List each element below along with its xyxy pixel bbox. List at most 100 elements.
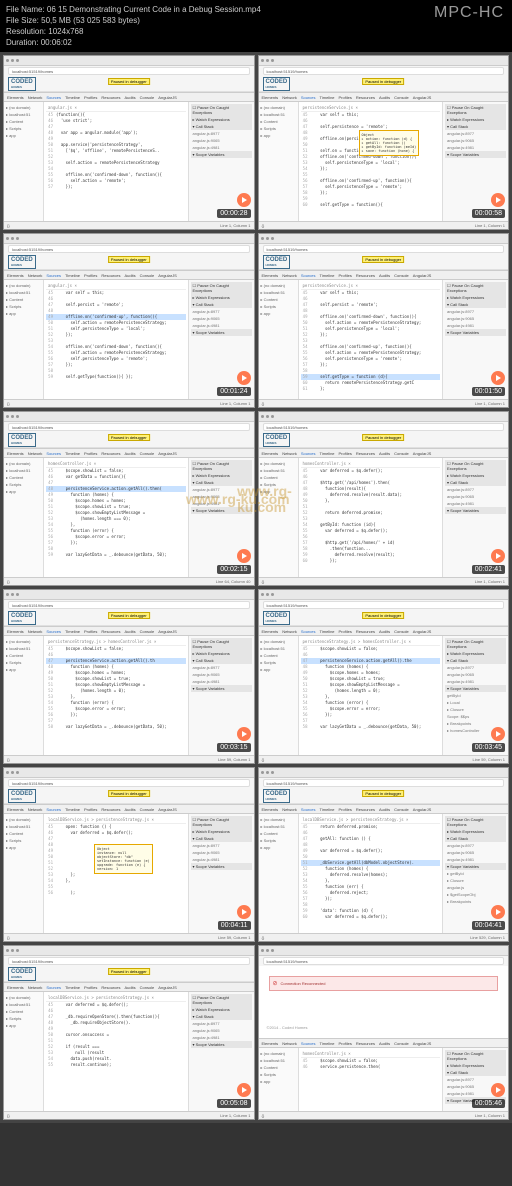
window-control-icon[interactable] xyxy=(11,593,14,596)
callstack-item[interactable]: angular.js:4981 xyxy=(445,856,506,863)
scope-section[interactable]: ▾ Scope Variables xyxy=(191,863,252,870)
window-control-icon[interactable] xyxy=(11,949,14,952)
tab-console[interactable]: Console xyxy=(394,451,409,456)
sidebar-item[interactable]: ▸ Scripts xyxy=(6,303,41,310)
tab-sources[interactable]: Sources xyxy=(46,807,61,812)
sidebar-item[interactable]: ▸ app xyxy=(6,310,41,317)
callstack-item[interactable]: angular.js:8977 xyxy=(445,664,506,671)
tab-resources[interactable]: Resources xyxy=(356,807,375,812)
scope-section[interactable]: ▾ Scope Variables xyxy=(191,329,252,336)
tab-network[interactable]: Network xyxy=(282,273,297,278)
sidebar-item[interactable]: ▸ app xyxy=(261,488,296,495)
tab-angularjs[interactable]: AngularJS xyxy=(158,629,176,634)
code-editor[interactable]: localDBService.js > persistenceStrategy.… xyxy=(299,814,443,933)
tab-timeline[interactable]: Timeline xyxy=(320,807,335,812)
tab-profiles[interactable]: Profiles xyxy=(84,451,97,456)
sidebar-item[interactable]: ▸ Scripts xyxy=(261,125,296,132)
tab-elements[interactable]: Elements xyxy=(7,985,24,990)
tab-resources[interactable]: Resources xyxy=(356,629,375,634)
file-tab[interactable]: persistenceService.js × xyxy=(301,282,441,290)
sidebar-item[interactable]: ▸ Scripts xyxy=(261,659,296,666)
window-control-icon[interactable] xyxy=(261,593,264,596)
tab-sources[interactable]: Sources xyxy=(301,807,316,812)
code-editor[interactable]: homesController.js × 45 var deferred = $… xyxy=(299,458,443,577)
watch-section[interactable]: ▸ Watch Expressions xyxy=(445,1062,506,1069)
tab-sources[interactable]: Sources xyxy=(46,273,61,278)
watch-section[interactable]: ▸ Watch Expressions xyxy=(445,650,506,657)
tab-timeline[interactable]: Timeline xyxy=(320,451,335,456)
watch-section[interactable]: ▸ Watch Expressions xyxy=(445,828,506,835)
window-control-icon[interactable] xyxy=(266,59,269,62)
watch-section[interactable]: ▸ Watch Expressions xyxy=(191,650,252,657)
scope-item[interactable]: Scope: $$ps xyxy=(445,713,506,720)
sidebar-item[interactable]: ▸ Scripts xyxy=(6,837,41,844)
tab-angularjs[interactable]: AngularJS xyxy=(413,1041,431,1046)
play-button[interactable] xyxy=(491,727,505,741)
sidebar-item[interactable]: ▸ (no domain) xyxy=(261,638,296,645)
sidebar-item[interactable]: ▸ Scripts xyxy=(261,837,296,844)
tab-network[interactable]: Network xyxy=(28,629,43,634)
code-editor[interactable]: persistenceStrategy.js > homesController… xyxy=(44,636,188,755)
url-bar[interactable]: localhost:51519/homes xyxy=(8,245,250,253)
tab-sources[interactable]: Sources xyxy=(301,451,316,456)
window-control-icon[interactable] xyxy=(11,59,14,62)
file-tab[interactable]: localDBService.js > persistenceStrategy.… xyxy=(46,816,186,824)
tab-elements[interactable]: Elements xyxy=(7,807,24,812)
sidebar-item[interactable]: ▸ (no domain) xyxy=(261,460,296,467)
callstack-item[interactable]: angular.js:9065 xyxy=(445,849,506,856)
tab-audits[interactable]: Audits xyxy=(379,629,390,634)
tab-timeline[interactable]: Timeline xyxy=(320,1041,335,1046)
window-control-icon[interactable] xyxy=(271,415,274,418)
window-control-icon[interactable] xyxy=(11,415,14,418)
pause-checkbox[interactable]: ☐ Pause On Caught Exceptions xyxy=(445,816,506,828)
window-control-icon[interactable] xyxy=(261,949,264,952)
tab-network[interactable]: Network xyxy=(28,95,43,100)
tab-sources[interactable]: Sources xyxy=(301,629,316,634)
file-tab[interactable]: angular.js × xyxy=(46,104,186,112)
callstack-item[interactable]: angular.js:4981 xyxy=(191,856,252,863)
scope-section[interactable]: ▾ Scope Variables xyxy=(445,685,506,692)
tab-elements[interactable]: Elements xyxy=(262,629,279,634)
callstack-item[interactable]: angular.js:4981 xyxy=(191,1034,252,1041)
sidebar-item[interactable]: ▸ app xyxy=(261,310,296,317)
window-control-icon[interactable] xyxy=(266,949,269,952)
code-editor[interactable]: localDBService.js > persistenceStrategy.… xyxy=(44,814,188,933)
callstack-section[interactable]: ▾ Call Stack xyxy=(445,479,506,486)
sidebar-item[interactable]: ▸ Scripts xyxy=(6,481,41,488)
tab-audits[interactable]: Audits xyxy=(379,1041,390,1046)
tab-timeline[interactable]: Timeline xyxy=(320,629,335,634)
scope-section[interactable]: ▾ Scope Variables xyxy=(191,151,252,158)
sidebar-item[interactable]: ▸ Content xyxy=(6,830,41,837)
sidebar-item[interactable]: ▸ Scripts xyxy=(6,659,41,666)
tab-profiles[interactable]: Profiles xyxy=(339,273,352,278)
tab-resources[interactable]: Resources xyxy=(101,273,120,278)
tab-network[interactable]: Network xyxy=(282,807,297,812)
sidebar-item[interactable]: ▸ (no domain) xyxy=(261,282,296,289)
sidebar-item[interactable]: ▸ Content xyxy=(6,118,41,125)
watch-section[interactable]: ▸ Watch Expressions xyxy=(191,116,252,123)
pause-checkbox[interactable]: ☐ Pause On Caught Exceptions xyxy=(191,816,252,828)
window-control-icon[interactable] xyxy=(271,593,274,596)
console-toggle-icon[interactable]: {} xyxy=(262,756,265,763)
url-bar[interactable]: localhost:51519/homes xyxy=(8,67,250,75)
pause-checkbox[interactable]: ☐ Pause On Caught Exceptions xyxy=(445,104,506,116)
tab-resources[interactable]: Resources xyxy=(101,451,120,456)
tab-audits[interactable]: Audits xyxy=(379,95,390,100)
callstack-item[interactable]: angular.js:8977 xyxy=(191,1020,252,1027)
callstack-item[interactable]: angular.js:8977 xyxy=(445,308,506,315)
callstack-item[interactable]: angular.js:9065 xyxy=(191,493,252,500)
window-control-icon[interactable] xyxy=(271,59,274,62)
sidebar-item[interactable]: ▸ localhost:51 xyxy=(6,645,41,652)
tab-console[interactable]: Console xyxy=(140,985,155,990)
window-control-icon[interactable] xyxy=(16,415,19,418)
sidebar-item[interactable]: ▸ Content xyxy=(6,1008,41,1015)
window-control-icon[interactable] xyxy=(16,59,19,62)
window-control-icon[interactable] xyxy=(6,59,9,62)
file-tab[interactable]: localDBService.js > persistenceStrategy.… xyxy=(46,994,186,1002)
callstack-section[interactable]: ▾ Call Stack xyxy=(191,301,252,308)
callstack-item[interactable]: angular.js:8977 xyxy=(191,486,252,493)
sidebar-item[interactable]: ▸ app xyxy=(6,844,41,851)
sidebar-item[interactable]: ▸ localhost:51 xyxy=(6,289,41,296)
callstack-item[interactable]: angular.js:8977 xyxy=(191,130,252,137)
callstack-item[interactable]: angular.js:4981 xyxy=(191,678,252,685)
